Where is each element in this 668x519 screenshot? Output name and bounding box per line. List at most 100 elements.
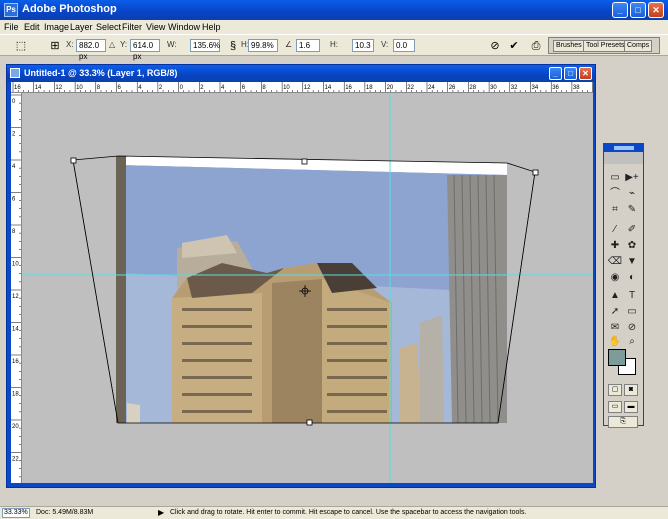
hskew-field[interactable]: 10.3 [352,39,374,52]
maximize-button[interactable]: □ [630,2,646,18]
go-to-imageready-icon[interactable]: ⎙ [529,39,543,53]
menu-select[interactable]: Select [96,22,121,32]
crop-tool-icon[interactable]: ⌗ [607,202,623,217]
blur-tool-icon[interactable]: ◉ [607,270,623,285]
tab-comps[interactable]: Comps [624,40,653,52]
standard-mode-icon[interactable]: ▢ [608,384,622,396]
history-brush-tool-icon[interactable]: ✿ [624,238,640,253]
minimize-button[interactable]: _ [612,2,628,18]
edit-in-imageready-icon[interactable]: ⎘ [608,416,638,428]
marquee-tool-icon[interactable]: ▭ [607,170,623,185]
commit-transform-icon[interactable]: ✔ [507,39,521,53]
quick-mask-mode-icon[interactable]: ◙ [624,384,638,396]
menu-help[interactable]: Help [202,22,221,32]
full-screen-mode-icon[interactable]: ▬ [624,401,638,413]
transform-edge-left [72,159,119,424]
cancel-transform-icon[interactable]: ⊘ [488,39,502,53]
reference-point-icon[interactable]: ⊞ [48,39,62,53]
ruler-label: 10 [12,262,19,268]
ruler-label: 2 [12,132,16,138]
canvas-area[interactable] [22,93,593,483]
imageready-feather-icon[interactable] [604,152,643,164]
doc-maximize-button[interactable]: □ [564,67,577,80]
photoshop-app-icon: Ps [4,3,18,17]
h-field[interactable]: 99.8% [248,39,278,52]
building-photo [116,156,507,424]
options-bar: ⬚ ⊞ X: 882.0 px △ Y: 614.0 px W: 135.6% … [0,34,668,61]
menu-file[interactable]: File [4,22,19,32]
horizontal-ruler[interactable]: 16 14 12 10 8 6 4 2 0 2 4 6 8 10 12 14 16 18 20 22 24 26 28 30 3… [11,82,593,93]
eraser-tool-icon[interactable]: ⌫ [607,254,623,269]
hskew-label: H: [330,40,338,49]
doc-minimize-button[interactable]: _ [549,67,562,80]
ruler-label: 4 [138,85,142,91]
menu-window[interactable]: Window [168,22,200,32]
gradient-tool-icon[interactable]: ▼ [624,254,640,269]
zoom-level-field[interactable]: 33.33% [2,508,30,518]
document-window: Untitled-1 @ 33.3% (Layer 1, RGB/8) _ □ … [6,64,596,488]
ruler-label: 26 [449,85,456,91]
foreground-color-swatch[interactable] [608,349,626,366]
type-tool-icon[interactable]: T [624,288,640,303]
hand-tool-icon[interactable]: ✋ [607,334,623,349]
status-menu-arrow-icon[interactable]: ▶ [158,508,164,517]
transform-handle-bottom-middle[interactable] [306,419,313,426]
menu-edit[interactable]: Edit [24,22,40,32]
y-field[interactable]: 614.0 px [130,39,160,61]
ruler-label: 6 [242,85,246,91]
transform-handle-top-left[interactable] [70,157,77,164]
ruler-label: 16 [12,359,19,365]
slice-tool-icon[interactable]: ✎ [624,202,640,217]
pen-tool-icon[interactable]: ➚ [607,304,623,319]
x-field[interactable]: 882.0 px [76,39,106,61]
document-titlebar[interactable]: Untitled-1 @ 33.3% (Layer 1, RGB/8) _ □ … [7,65,595,82]
w-field[interactable]: 135.6% [190,39,220,52]
move-tool-icon[interactable]: ▶+ [624,170,640,185]
doc-close-button[interactable]: ✕ [579,67,592,80]
healing-brush-tool-icon[interactable]: ⁄ [607,222,623,237]
ruler-label: 36 [552,85,559,91]
vskew-label: V: [381,40,389,49]
document-title: Untitled-1 @ 33.3% (Layer 1, RGB/8) [24,68,178,78]
magic-wand-tool-icon[interactable]: ⌁ [624,186,640,201]
ruler-label: 20 [387,85,394,91]
status-hint-text: Click and drag to rotate. Hit enter to c… [170,509,527,516]
ruler-label: 10 [76,85,83,91]
close-button[interactable]: ✕ [648,2,664,18]
path-selection-tool-icon[interactable]: ▲ [607,288,623,303]
tab-brushes[interactable]: Brushes [553,40,585,52]
transform-handle-top-middle[interactable] [301,158,308,165]
shape-tool-icon[interactable]: ▭ [624,304,640,319]
menu-image[interactable]: Image [44,22,69,32]
vskew-field[interactable]: 0.0 [393,39,415,52]
ruler-label: 28 [469,85,476,91]
brush-tool-icon[interactable]: ✐ [624,222,640,237]
standard-screen-mode-icon[interactable]: ▭ [608,401,622,413]
angle-field[interactable]: 1.6 [296,39,320,52]
y-label: Y: [120,40,128,49]
dodge-tool-icon[interactable]: ◐ [624,270,640,285]
eyedropper-tool-icon[interactable]: ⊘ [624,320,640,335]
x-label: X: [66,40,74,49]
lasso-tool-icon[interactable]: ⌒ [607,186,623,201]
canvas-svg [22,93,593,483]
menu-layer[interactable]: Layer [70,22,93,32]
ruler-label: 12 [55,85,62,91]
ruler-label: 24 [428,85,435,91]
vertical-ruler-ticks: 0 2 4 6 8 10 12 14 16 18 20 22 [11,94,21,478]
notes-tool-icon[interactable]: ✉ [607,320,623,335]
transform-tool-icon[interactable]: ⬚ [14,39,28,53]
ruler-label: 4 [12,164,16,170]
link-icon[interactable]: § [226,39,240,53]
transform-handle-top-right[interactable] [532,169,539,176]
toolbox-grip[interactable] [614,146,634,150]
ruler-label: 16 [14,85,21,91]
ruler-label: 6 [12,197,16,203]
zoom-tool-icon[interactable]: ⌕ [624,334,640,349]
clone-stamp-tool-icon[interactable]: ✚ [607,238,623,253]
tab-tool-presets[interactable]: Tool Presets [583,40,628,52]
vertical-ruler[interactable]: 0 2 4 6 8 10 12 14 16 18 20 22 [11,93,22,483]
menu-bar: File Edit Image Layer Select Filter View… [0,20,668,34]
menu-view[interactable]: View [146,22,165,32]
menu-filter[interactable]: Filter [122,22,142,32]
